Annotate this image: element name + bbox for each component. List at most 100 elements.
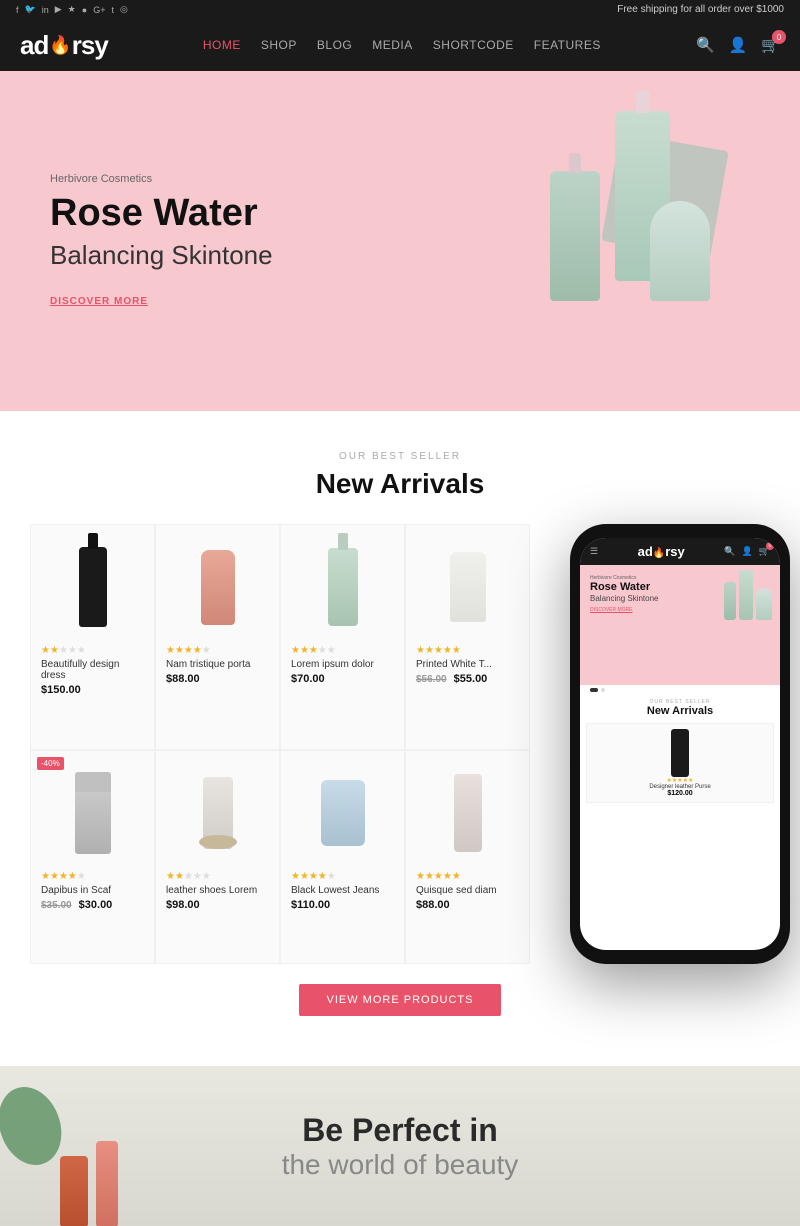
view-more-button[interactable]: VIEW MORE PRODUCTS xyxy=(299,984,502,1016)
product-card-3[interactable]: ★★★★★ Lorem ipsum dolor $70.00 xyxy=(280,524,405,750)
header-icons: 🔍 👤 🛒0 xyxy=(696,36,780,54)
phone-bottle-mini xyxy=(724,570,772,620)
product-name-3: Lorem ipsum dolor xyxy=(291,659,394,670)
header: ad🔥rsy HOME SHOP BLOG MEDIA SHORTCODE FE… xyxy=(0,19,800,71)
bottom-subtitle: the world of beauty xyxy=(282,1149,519,1181)
cart-badge: 0 xyxy=(772,30,786,44)
phone-product-card: ★★★★★ Designer leather Purse $120.00 xyxy=(580,723,780,803)
youtube-icon[interactable]: ▶ xyxy=(55,4,62,15)
original-price-5: $35.00 xyxy=(41,900,72,911)
product-stars-5: ★★★★★ xyxy=(41,871,144,882)
nav-blog[interactable]: BLOG xyxy=(317,38,352,52)
product-stars-6: ★★★★★ xyxy=(166,871,269,882)
linkedin-icon[interactable]: in xyxy=(42,5,49,15)
product-name-6: leather shoes Lorem xyxy=(166,885,269,896)
product-bottle-pink xyxy=(201,550,235,625)
phone-user-icon: 👤 xyxy=(742,546,753,557)
product-bottle-mac xyxy=(75,772,111,854)
shipping-notice: Free shipping for all order over $1000 xyxy=(617,4,784,15)
top-bar: f 🐦 in ▶ ★ ● G+ t ◎ Free shipping for al… xyxy=(0,0,800,19)
circle-icon: ● xyxy=(82,5,87,15)
hero-content: Herbivore Cosmetics Rose Water Balancing… xyxy=(50,173,750,310)
phone-mini-bottle-2 xyxy=(724,582,736,620)
nav-shop[interactable]: SHOP xyxy=(261,38,297,52)
product-card-2[interactable]: ★★★★★ Nam tristique porta $88.00 xyxy=(155,524,280,750)
product-bottle-tall2 xyxy=(454,774,482,852)
logo-text-end: rsy xyxy=(72,30,108,61)
product-card-1[interactable]: ★★★★★ Beautifully design dress $150.00 xyxy=(30,524,155,750)
product-stars-7: ★★★★★ xyxy=(291,871,394,882)
phone-product-item: ★★★★★ Designer leather Purse $120.00 xyxy=(586,723,774,803)
phone-screen: ☰ ad🔥rsy 🔍 👤 🛒0 Herbivore Cosmetics Rose… xyxy=(580,538,780,950)
logo-text-start: ad xyxy=(20,30,48,61)
product-bottle-green xyxy=(328,548,358,626)
phone-product-price: $120.00 xyxy=(667,790,692,797)
product-price-3: $70.00 xyxy=(291,673,394,685)
bottle-rose-base xyxy=(199,835,237,849)
product-image-1 xyxy=(41,537,144,637)
product-card-6[interactable]: ★★★★★ leather shoes Lorem $98.00 xyxy=(155,750,280,965)
facebook-icon[interactable]: f xyxy=(16,5,19,15)
product-card-4[interactable]: ★★★★★ Printed White T... $56.00 $55.00 xyxy=(405,524,530,750)
phone-search-icon: 🔍 xyxy=(724,546,735,557)
product-name-8: Quisque sed diam xyxy=(416,885,519,896)
logo[interactable]: ad🔥rsy xyxy=(20,30,108,61)
logo-flame-icon: 🔥 xyxy=(49,35,70,56)
product-card-5[interactable]: -40% ★★★★★ Dapibus in Scaf $35.00 $30.00 xyxy=(30,750,155,965)
phone-mockup: ☰ ad🔥rsy 🔍 👤 🛒0 Herbivore Cosmetics Rose… xyxy=(540,524,800,964)
product-bottle-white xyxy=(450,552,486,622)
product-image-8 xyxy=(416,763,519,863)
product-stars-4: ★★★★★ xyxy=(416,645,519,656)
product-name-4: Printed White T... xyxy=(416,659,519,670)
product-name-7: Black Lowest Jeans xyxy=(291,885,394,896)
product-image-2 xyxy=(166,537,269,637)
discover-more-button[interactable]: DISCOVER MORE xyxy=(50,296,148,307)
product-price-6: $98.00 xyxy=(166,899,269,911)
product-price-2: $88.00 xyxy=(166,673,269,685)
rose-bottle-wrap xyxy=(203,777,233,849)
phone-logo: ad🔥rsy xyxy=(638,544,685,559)
original-price-4: $56.00 xyxy=(416,674,447,685)
product-name-1: Beautifully design dress xyxy=(41,659,144,681)
section-title: New Arrivals xyxy=(30,468,770,500)
phone-prod-stars: ★★★★★ xyxy=(667,777,694,784)
phone-cart-icon: 🛒0 xyxy=(759,546,770,557)
twitter-icon[interactable]: 🐦 xyxy=(25,4,36,15)
section-label: OUR BEST SELLER xyxy=(30,451,770,462)
product-bottle-black xyxy=(79,547,107,627)
phone-header: ☰ ad🔥rsy 🔍 👤 🛒0 xyxy=(580,538,780,565)
pinterest-icon[interactable]: ★ xyxy=(68,4,76,15)
view-more-wrap: VIEW MORE PRODUCTS xyxy=(30,984,770,1016)
bottom-bottle-2 xyxy=(96,1141,118,1226)
nav-shortcode[interactable]: SHORTCODE xyxy=(433,38,514,52)
tumblr-icon[interactable]: t xyxy=(111,5,114,15)
products-wrapper: ★★★★★ Beautifully design dress $150.00 ★… xyxy=(30,524,770,964)
product-stars-2: ★★★★★ xyxy=(166,645,269,656)
product-name-2: Nam tristique porta xyxy=(166,659,269,670)
nav-media[interactable]: MEDIA xyxy=(372,38,413,52)
product-image-5 xyxy=(41,763,144,863)
nav-home[interactable]: HOME xyxy=(203,38,241,52)
phone-arrivals-label: OUR BEST SELLER xyxy=(580,695,780,705)
products-section: OUR BEST SELLER New Arrivals ★★★★★ Beaut… xyxy=(0,411,800,1066)
phone-outer: ☰ ad🔥rsy 🔍 👤 🛒0 Herbivore Cosmetics Rose… xyxy=(570,524,790,964)
product-price-4: $56.00 $55.00 xyxy=(416,673,519,685)
nav-features[interactable]: FEATURES xyxy=(534,38,601,52)
phone-slider-dots xyxy=(580,685,780,695)
googleplus-icon[interactable]: G+ xyxy=(93,5,105,15)
product-name-5: Dapibus in Scaf xyxy=(41,885,144,896)
phone-mini-bottle-1 xyxy=(739,570,753,620)
phone-badge: 0 xyxy=(766,542,774,550)
cart-icon[interactable]: 🛒0 xyxy=(761,36,780,54)
product-image-7 xyxy=(291,763,394,863)
user-icon[interactable]: 👤 xyxy=(729,36,748,54)
dot-active xyxy=(590,688,598,692)
search-icon[interactable]: 🔍 xyxy=(696,36,715,54)
product-card-7[interactable]: ★★★★★ Black Lowest Jeans $110.00 xyxy=(280,750,405,965)
hero-title: Rose Water xyxy=(50,193,750,235)
phone-prod-bottle xyxy=(671,729,689,777)
instagram-icon[interactable]: ◎ xyxy=(120,4,128,15)
product-card-8[interactable]: ★★★★★ Quisque sed diam $88.00 xyxy=(405,750,530,965)
dot-inactive xyxy=(601,688,605,692)
product-bottle-cream xyxy=(321,780,365,846)
